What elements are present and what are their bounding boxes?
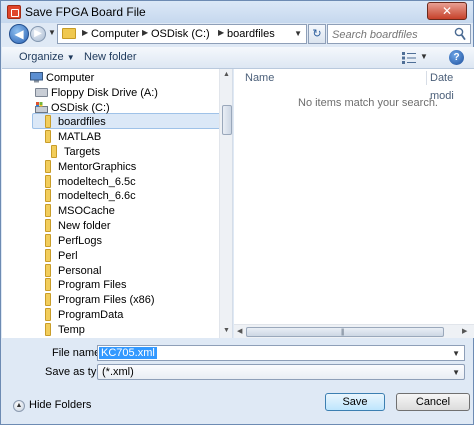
app-icon [7,5,21,19]
recent-locations-dropdown[interactable]: ▼ [48,28,56,37]
file-name-label: File name: [52,347,104,359]
folder-icon [45,234,51,247]
organize-button[interactable]: Organize ▼ [19,51,75,63]
forward-button[interactable]: ▶ [30,26,46,42]
hard-drive-icon [35,102,48,113]
folder-icon [45,308,51,321]
tree-item-label: Computer [46,72,95,84]
tree-scrollbar-thumb[interactable] [222,105,232,135]
scroll-up-icon[interactable]: ▲ [223,71,230,78]
address-bar[interactable]: ▶ Computer ▶ OSDisk (C:) ▶ boardfiles ▼ [57,24,307,44]
address-dropdown-icon[interactable]: ▼ [294,29,302,38]
breadcrumb-computer[interactable]: Computer [91,28,139,40]
column-header-date-modified[interactable]: Date modi [430,69,474,102]
breadcrumb-separator-icon[interactable]: ▶ [142,28,148,37]
search-box[interactable] [327,24,471,44]
save-button[interactable]: Save [325,393,385,411]
breadcrumb-separator-icon[interactable]: ▶ [82,28,88,37]
hscrollbar-thumb[interactable]: ||| [246,327,444,337]
view-options-icon[interactable] [402,52,416,64]
folder-icon [45,219,51,232]
folder-icon [45,293,51,306]
back-button[interactable]: ◀ [9,24,29,44]
folder-icon [45,130,51,143]
chevron-down-icon[interactable]: ▼ [452,349,460,358]
folder-icon [45,204,51,217]
folder-icon [45,264,51,277]
file-list-hscrollbar[interactable]: ◀ ||| ▶ [234,324,474,338]
window-title: Save FPGA Board File [25,5,146,19]
scroll-right-icon[interactable]: ▶ [462,327,467,335]
breadcrumb-boardfiles[interactable]: boardfiles [227,28,275,40]
tree-item-label: Personal [58,265,102,277]
organize-label: Organize [19,51,64,63]
file-name-field[interactable]: KC705.xml [99,347,157,359]
save-dialog: Save FPGA Board File ✕ ◀ ▶ ▼ ▶ Computer … [0,0,474,425]
tree-item-label: MentorGraphics [58,161,137,173]
chevron-down-icon: ▼ [66,53,75,62]
tree-item-label: PerfLogs [58,235,103,247]
column-header-name[interactable]: Name [245,69,274,87]
folder-icon [45,175,51,188]
command-bar: Organize ▼ New folder ▼ ? [2,47,474,69]
tree-item-label: ProgramData [58,309,124,321]
tree-item-label: New folder [58,220,111,232]
cancel-button[interactable]: Cancel [396,393,470,411]
search-input[interactable] [332,27,450,42]
folder-icon [45,278,51,291]
folder-icon [45,249,51,262]
grip-icon: ||| [341,329,345,336]
column-separator[interactable] [426,71,427,85]
scroll-down-icon[interactable]: ▼ [223,327,230,334]
chevron-down-icon[interactable]: ▼ [452,368,460,377]
file-name-combobox[interactable]: KC705.xml ▼ [97,345,465,361]
empty-message: No items match your search. [298,97,438,109]
navigation-pane[interactable]: Computer Floppy Disk Drive (A:) OSDisk (… [2,69,233,338]
save-type-select[interactable]: (*.xml) ▼ [97,364,465,380]
refresh-button[interactable]: ↻ [308,24,326,44]
tree-item-label: Program Files (x86) [58,294,155,306]
folder-icon [45,115,51,128]
tree-item-label: Targets [64,146,101,158]
hide-folders-label: Hide Folders [29,399,92,411]
tree-item-label: modeltech_6.5c [58,176,136,188]
tree-item-label: MSOCache [58,205,115,217]
folder-icon [45,189,51,202]
breadcrumb-osdisk[interactable]: OSDisk (C:) [151,28,210,40]
file-list[interactable]: Name Date modi No items match your searc… [234,69,474,338]
tree-item-label: Temp [58,324,85,336]
new-folder-button[interactable]: New folder [84,51,137,63]
tree-item-label: Floppy Disk Drive (A:) [51,87,158,99]
folder-icon [45,323,51,336]
help-icon[interactable]: ? [449,50,464,65]
folder-icon [51,145,57,158]
tree-scrollbar[interactable]: ▲ ▼ [219,69,232,338]
title-bar: Save FPGA Board File ✕ [1,1,473,23]
view-dropdown-icon[interactable]: ▼ [420,52,428,61]
floppy-drive-icon [35,88,48,97]
tree-item-label: OSDisk (C:) [51,102,110,114]
scroll-left-icon[interactable]: ◀ [237,327,242,335]
tree-item-label: MATLAB [58,131,102,143]
chevron-up-icon: ▲ [13,400,25,412]
folder-icon [62,28,76,39]
tree-item-label: modeltech_6.6c [58,190,136,202]
close-button[interactable]: ✕ [427,2,467,20]
tree-item-label: boardfiles [58,116,106,128]
computer-icon [30,72,43,83]
tree-item-label: Program Files [58,279,127,291]
search-icon[interactable] [454,27,466,41]
tree-item-label: Perl [58,250,78,262]
breadcrumb-separator-icon[interactable]: ▶ [218,28,224,37]
save-type-value: (*.xml) [102,366,134,378]
folder-icon [45,160,51,173]
address-row: ◀ ▶ ▼ ▶ Computer ▶ OSDisk (C:) ▶ boardfi… [5,24,471,44]
